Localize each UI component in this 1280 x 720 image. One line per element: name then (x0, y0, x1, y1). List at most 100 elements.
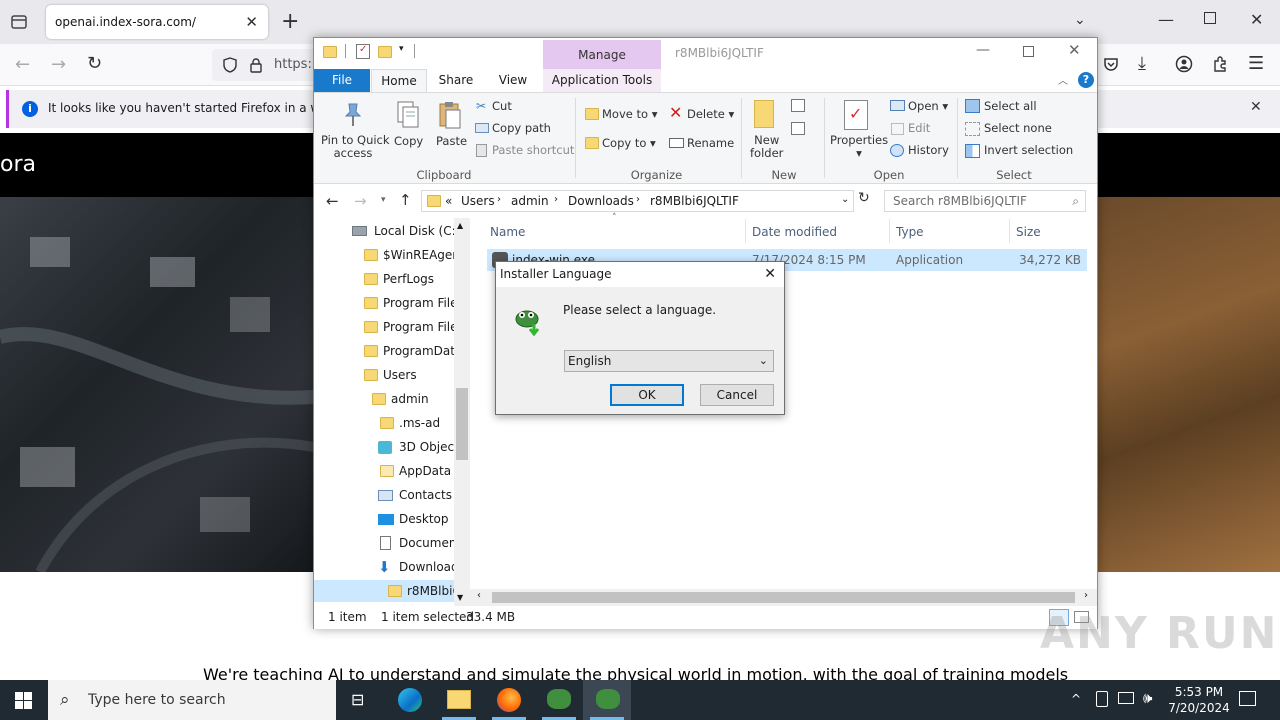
account-icon[interactable] (1175, 55, 1193, 73)
chevron-right-icon[interactable]: › (636, 194, 640, 205)
scroll-left-icon[interactable]: ‹ (477, 590, 481, 601)
network-icon[interactable] (1118, 692, 1134, 704)
copy-button[interactable]: Copy (394, 134, 423, 148)
nav-item-documents[interactable]: Documents (378, 532, 456, 554)
horizontal-scrollbar[interactable]: ‹ › (470, 589, 1097, 606)
taskbar-search-box[interactable]: ⌕ Type here to search (48, 680, 336, 720)
chevron-down-icon[interactable]: ⌄ (759, 351, 768, 371)
show-hidden-icons[interactable]: ^ (1071, 692, 1081, 706)
nav-item-ms-ad[interactable]: .ms-ad (380, 412, 456, 434)
recent-locations-icon[interactable]: ▾ (381, 195, 386, 205)
breadcrumb-admin[interactable]: admin (511, 194, 549, 208)
dialog-title-bar[interactable]: Installer Language ✕ (496, 262, 784, 287)
nav-item-admin[interactable]: admin (372, 388, 456, 410)
tab-share[interactable]: Share (430, 69, 482, 92)
minimize-icon[interactable]: — (1158, 10, 1174, 29)
history-button[interactable]: History (908, 143, 949, 157)
language-select[interactable]: English ⌄ (564, 350, 774, 372)
nav-scrollbar[interactable]: ▲ ▼ (454, 218, 470, 606)
column-type[interactable]: Type (896, 225, 924, 239)
tab-file[interactable]: File (314, 69, 370, 92)
column-divider[interactable] (889, 219, 890, 243)
chevron-right-icon[interactable]: › (497, 194, 501, 205)
nav-item-downloads[interactable]: ⬇Downloads (378, 556, 456, 578)
breadcrumb-users[interactable]: Users (461, 194, 495, 208)
address-dropdown-icon[interactable]: ⌄ (841, 194, 849, 205)
nav-item-programdata[interactable]: ProgramData (364, 340, 456, 362)
breadcrumb-current[interactable]: r8MBlbi6JQLTIF (650, 194, 739, 208)
nav-item-program-files[interactable]: Program Files (364, 292, 456, 314)
help-icon[interactable]: ? (1078, 72, 1094, 88)
copy-path-button[interactable]: Copy path (492, 121, 551, 135)
close-notification-icon[interactable]: ✕ (1250, 99, 1262, 115)
open-button[interactable]: Open ▾ (908, 99, 948, 113)
move-to-button[interactable]: Move to ▾ (602, 107, 657, 121)
forward-icon[interactable]: → (51, 54, 66, 75)
column-name[interactable]: Name (490, 225, 525, 239)
column-divider[interactable] (1009, 219, 1010, 243)
nav-item-desktop[interactable]: Desktop (378, 508, 456, 530)
scroll-thumb[interactable] (456, 388, 468, 460)
windows-start-icon[interactable] (15, 692, 32, 709)
easy-access-icon[interactable] (791, 122, 805, 135)
rename-button[interactable]: Rename (687, 136, 734, 150)
edge-icon[interactable] (398, 688, 422, 712)
breadcrumb-downloads[interactable]: Downloads (568, 194, 634, 208)
breadcrumb-overflow[interactable]: « (445, 194, 452, 208)
new-folder-qat-icon[interactable] (378, 46, 392, 58)
tab-home[interactable]: Home (371, 69, 427, 93)
nav-item-users[interactable]: Users (364, 364, 456, 386)
refresh-icon[interactable]: ↻ (858, 190, 870, 206)
dialog-close-icon[interactable]: ✕ (764, 262, 776, 287)
search-input[interactable]: Search r8MBlbi6JQLTIF ⌕ (884, 190, 1086, 212)
column-divider[interactable] (745, 219, 746, 243)
manage-contextual-tab[interactable]: Manage (543, 40, 661, 69)
extensions-icon[interactable] (1211, 55, 1229, 73)
browser-tab[interactable]: openai.index-sora.com/ ✕ (46, 5, 268, 39)
cancel-button[interactable]: Cancel (700, 384, 774, 406)
nav-item-r8mblbi6-selected[interactable]: r8MBlbi6 (314, 580, 456, 602)
new-item-icon[interactable] (791, 99, 805, 112)
scroll-down-icon[interactable]: ▼ (457, 593, 463, 602)
chevron-right-icon[interactable]: › (554, 194, 558, 205)
chevron-down-icon[interactable]: ⌄ (1074, 12, 1086, 28)
file-explorer-taskbar-icon[interactable] (447, 690, 471, 709)
paste-button[interactable]: Paste (436, 134, 467, 148)
reload-icon[interactable]: ↻ (87, 53, 102, 74)
volume-icon[interactable]: 🕪 (1143, 689, 1152, 707)
collapse-ribbon-icon[interactable]: ︿ (1058, 72, 1068, 87)
clock[interactable]: 5:53 PM 7/20/2024 (1164, 684, 1234, 716)
device-icon[interactable] (1096, 691, 1108, 707)
new-folder-button[interactable]: New folder (750, 134, 783, 160)
forward-icon[interactable]: → (354, 192, 367, 210)
tab-view[interactable]: View (484, 69, 542, 92)
back-icon[interactable]: ← (15, 54, 30, 75)
scroll-up-icon[interactable]: ▲ (457, 221, 463, 230)
close-icon[interactable]: ✕ (1068, 41, 1081, 59)
shield-icon[interactable] (222, 57, 238, 73)
column-date-modified[interactable]: Date modified (752, 225, 837, 239)
close-window-icon[interactable]: ✕ (1250, 10, 1263, 29)
cut-button[interactable]: Cut (492, 99, 512, 113)
up-icon[interactable]: ↑ (399, 191, 412, 209)
pin-to-quick-access-button[interactable]: Pin to Quick access (321, 134, 390, 160)
select-all-button[interactable]: Select all (984, 99, 1037, 113)
maximize-icon[interactable] (1023, 46, 1034, 57)
address-bar[interactable]: « Users › admin › Downloads › r8MBlbi6JQ… (421, 190, 854, 212)
close-tab-icon[interactable]: ✕ (245, 5, 258, 39)
select-none-button[interactable]: Select none (984, 121, 1052, 135)
active-installer-task[interactable] (583, 680, 631, 720)
nav-item-local-disk[interactable]: Local Disk (C:) (352, 220, 460, 242)
nav-item-winreagent[interactable]: $WinREAgent (364, 244, 456, 266)
nav-item-contacts[interactable]: Contacts (378, 484, 456, 506)
tab-application-tools[interactable]: Application Tools (543, 69, 661, 92)
nav-item-perflogs[interactable]: PerfLogs (364, 268, 456, 290)
notifications-icon[interactable] (1239, 691, 1256, 706)
delete-button[interactable]: Delete ▾ (687, 107, 734, 121)
tab-list-icon[interactable] (10, 13, 28, 31)
qat-dropdown-icon[interactable]: ▾ (399, 44, 404, 54)
paste-shortcut-button[interactable]: Paste shortcut (492, 143, 574, 157)
task-view-icon[interactable]: ⊟ (351, 690, 364, 709)
ok-button[interactable]: OK (610, 384, 684, 406)
invert-selection-button[interactable]: Invert selection (984, 143, 1073, 157)
